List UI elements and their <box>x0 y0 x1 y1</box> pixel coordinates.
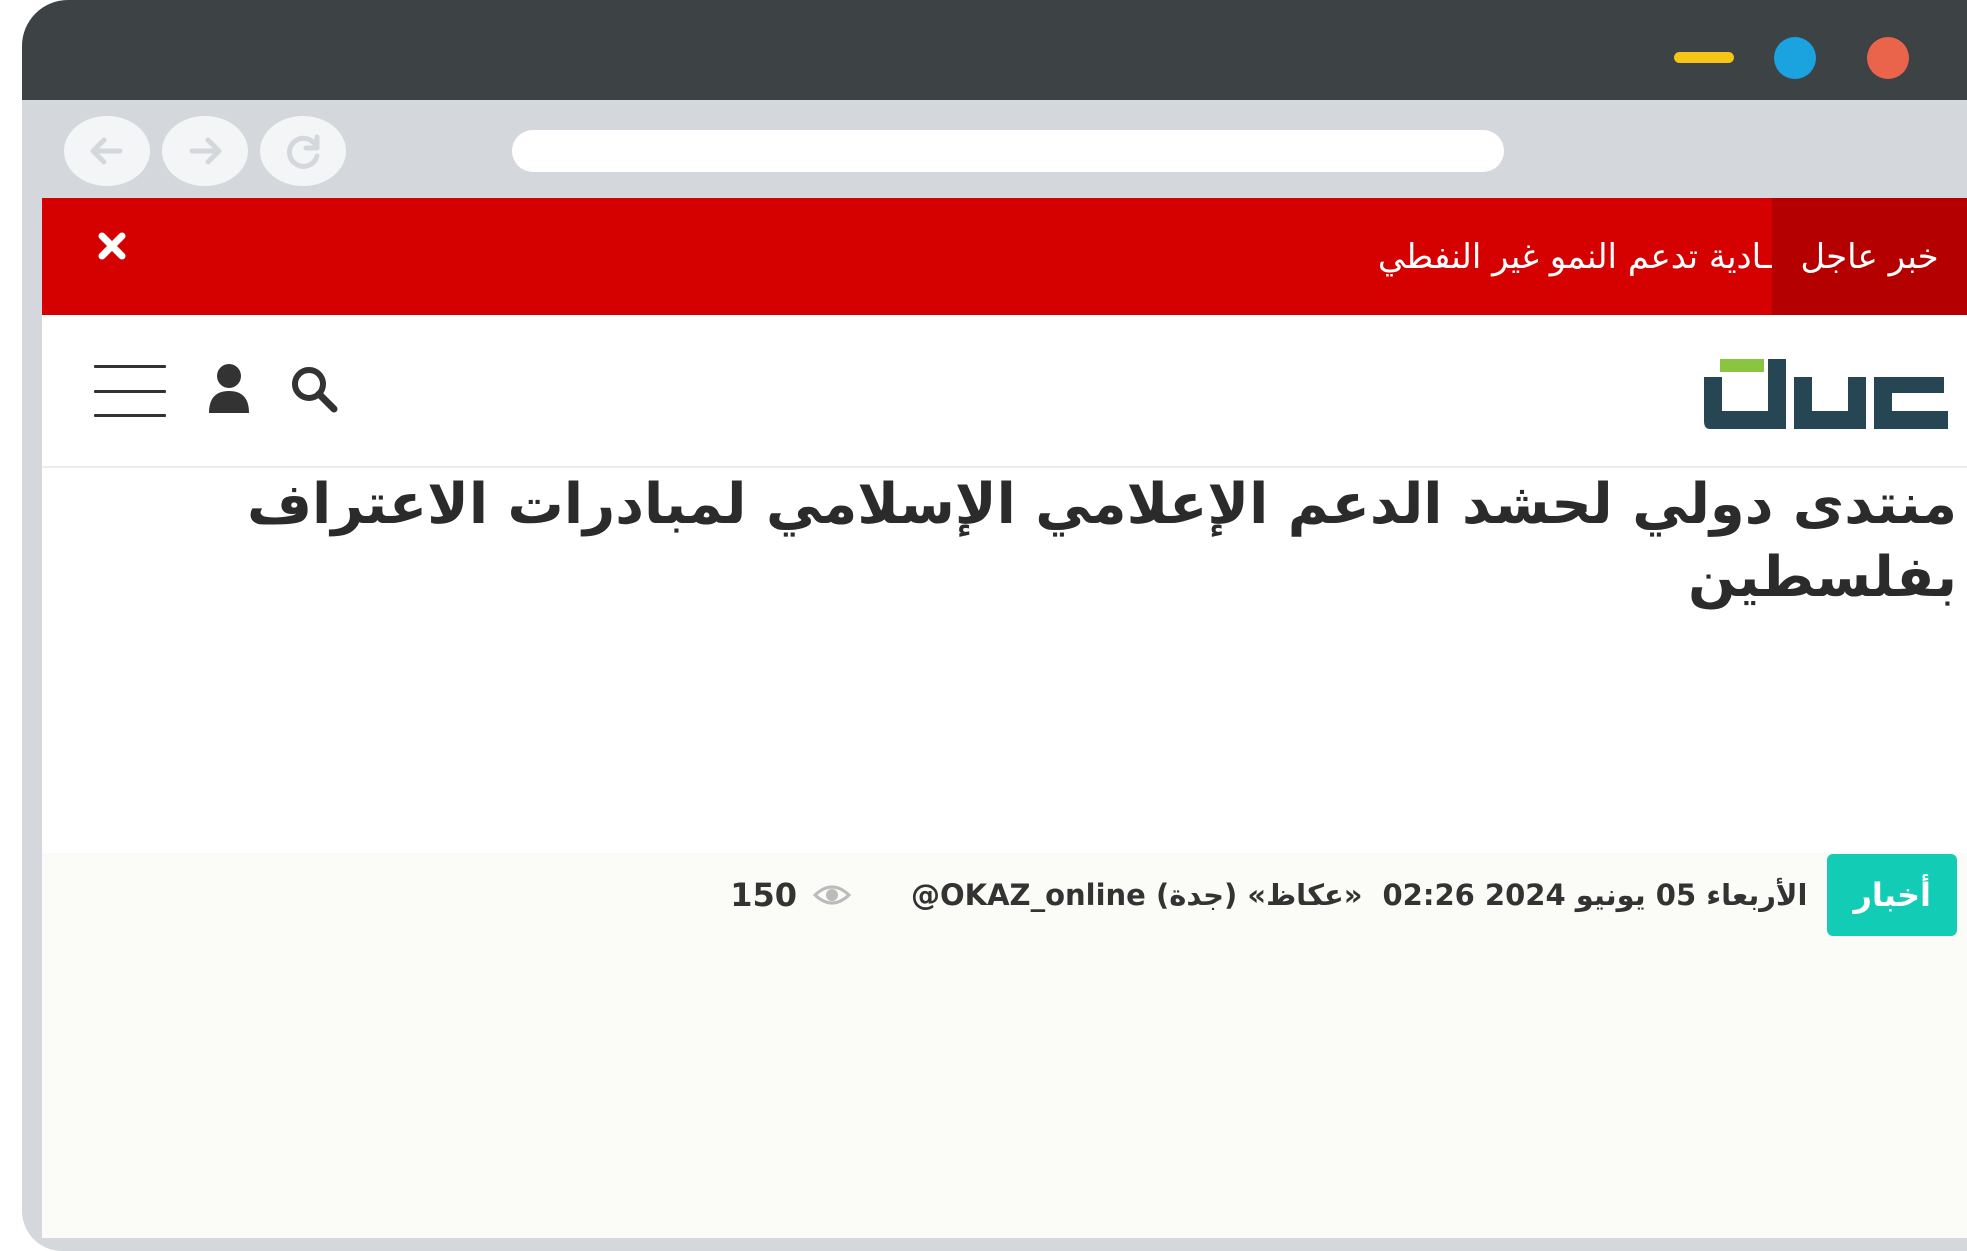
forward-button[interactable] <box>162 116 248 186</box>
back-arrow-icon <box>90 137 123 165</box>
breaking-news-bar: ـادية تدعم النمو غير النفطي خبر عاجل <box>42 198 1967 315</box>
forward-arrow-icon <box>189 137 222 165</box>
article-source: «عكاظ» (جدة) OKAZ_online@ <box>910 878 1363 912</box>
page-viewport: ـادية تدعم النمو غير النفطي خبر عاجل منت… <box>42 198 1967 1238</box>
hamburger-menu-icon[interactable] <box>94 365 166 417</box>
article: منتدى دولي لحشد الدعم الإعلامي الإسلامي … <box>42 468 1967 936</box>
eye-icon <box>812 885 851 905</box>
back-button[interactable] <box>64 116 150 186</box>
view-count: 150 <box>730 876 851 914</box>
view-count-value: 150 <box>730 876 797 914</box>
maximize-icon[interactable] <box>1774 37 1816 79</box>
search-icon[interactable] <box>288 363 340 415</box>
article-meta: أخبار الأربعاء 05 يونيو 2024 02:26 «عكاظ… <box>730 854 1957 936</box>
user-icon[interactable] <box>207 363 251 415</box>
breaking-news-text[interactable]: ـادية تدعم النمو غير النفطي <box>1378 198 1772 315</box>
browser-window: ـادية تدعم النمو غير النفطي خبر عاجل منت… <box>22 0 1967 1251</box>
category-badge[interactable]: أخبار <box>1827 854 1957 936</box>
minimize-icon[interactable] <box>1674 52 1734 63</box>
reload-icon <box>287 134 320 169</box>
breaking-news-label: خبر عاجل <box>1772 198 1967 315</box>
title-bar <box>22 0 1967 100</box>
address-bar[interactable] <box>512 130 1504 172</box>
site-header <box>42 315 1967 468</box>
close-icon[interactable] <box>1867 37 1909 79</box>
article-title: منتدى دولي لحشد الدعم الإعلامي الإسلامي … <box>246 472 1957 610</box>
article-date: الأربعاء 05 يونيو 2024 02:26 <box>1382 878 1808 912</box>
browser-toolbar <box>22 100 1967 200</box>
reload-button[interactable] <box>260 116 346 186</box>
close-icon[interactable] <box>92 226 132 266</box>
okaz-logo[interactable] <box>1698 355 1950 433</box>
